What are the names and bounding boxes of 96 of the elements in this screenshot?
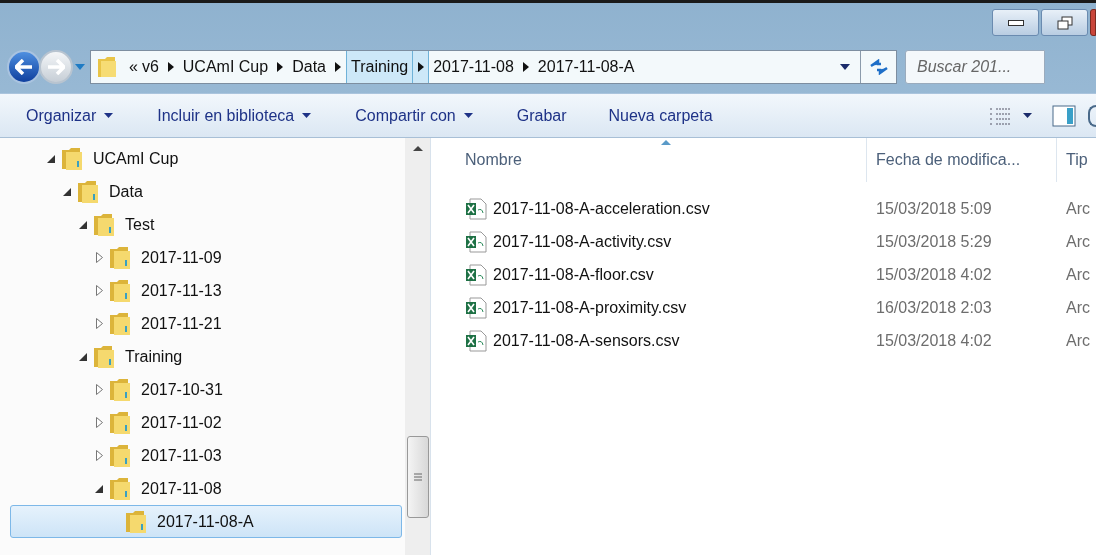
toolbar-button[interactable]: Grabar [516,103,567,128]
folder-icon [109,311,131,336]
file-name[interactable]: 2017-11-08-A-floor.csv [493,262,866,287]
breadcrumb[interactable]: Data [288,51,330,83]
toolbar-button[interactable]: Compartir con [355,103,473,128]
search-field[interactable]: Buscar 201... [905,50,1045,84]
file-name[interactable]: 2017-11-08-A-acceleration.csv [493,196,866,221]
help-icon[interactable] [1088,104,1096,127]
tree-item[interactable]: Training [10,340,402,373]
file-name[interactable]: 2017-11-08-A-activity.csv [493,229,866,254]
file-date: 15/03/2018 5:09 [875,198,993,219]
folder-icon [109,476,131,501]
folder-icon [109,278,131,303]
minimize-button[interactable] [992,9,1039,36]
folder-icon [109,443,131,468]
expand-triangle-icon[interactable] [96,318,103,329]
tree-item[interactable]: 2017-10-31 [10,373,402,406]
minimize-icon [1007,19,1024,26]
collapse-triangle-icon[interactable] [95,484,103,493]
scroll-up-icon [412,146,423,151]
tree-item[interactable]: 2017-11-09 [10,241,402,274]
overflow-chevron[interactable]: « [129,55,138,79]
file-type: Arc [1065,330,1090,351]
expand-triangle-icon[interactable] [96,417,103,428]
expand-triangle-icon[interactable] [96,285,103,296]
file-type: Arc [1065,231,1090,252]
spreadsheet-file-icon [465,296,487,319]
expand-triangle-icon[interactable] [96,252,103,263]
tree-item[interactable]: Test [10,208,402,241]
forward-arrow-icon [47,59,65,75]
tree-item[interactable]: 2017-11-21 [10,307,402,340]
expand-triangle-icon[interactable] [96,384,103,395]
spreadsheet-file-icon [465,329,487,352]
caret-icon [840,64,850,70]
breadcrumb-arrow-icon[interactable] [277,62,284,72]
tree-item[interactable]: 2017-11-03 [10,439,402,472]
back-arrow-icon [15,59,33,75]
tree-item[interactable]: Data [10,175,402,208]
tree-item[interactable]: 2017-11-08 [10,472,402,505]
column-header[interactable]: Nombre [456,138,866,182]
folder-icon [97,56,117,78]
restore-icon [1056,15,1073,30]
file-name[interactable]: 2017-11-08-A-sensors.csv [493,328,866,353]
toolbar-button[interactable]: Organizar [26,103,114,128]
tree-item[interactable]: 2017-11-13 [10,274,402,307]
breadcrumb[interactable]: Training [345,51,414,83]
file-date: 15/03/2018 4:02 [875,330,993,351]
breadcrumb[interactable]: v6 [137,51,163,83]
spreadsheet-file-icon [465,263,487,286]
scrollbar-thumb[interactable] [406,436,429,518]
tree-item[interactable]: 2017-11-08-A [10,505,402,538]
restore-button[interactable] [1041,9,1088,36]
folder-icon [109,410,131,435]
folder-icon [61,146,83,171]
collapse-triangle-icon[interactable] [63,187,71,196]
folder-icon [77,179,99,204]
breadcrumb-arrow-icon[interactable] [522,62,529,72]
breadcrumb[interactable]: 2017-11-08-A [533,51,639,83]
view-options-button[interactable] [989,106,1032,125]
refresh-icon [868,59,889,75]
spreadsheet-file-icon [465,230,487,253]
expand-triangle-icon[interactable] [96,450,103,461]
file-name[interactable]: 2017-11-08-A-proximity.csv [493,295,866,320]
file-date: 15/03/2018 5:29 [875,231,993,252]
folder-icon [93,212,115,237]
file-type: Arc [1065,297,1090,318]
collapse-triangle-icon[interactable] [79,352,87,361]
file-type: Arc [1065,264,1090,285]
preview-pane-button[interactable] [1052,104,1076,127]
toolbar-button[interactable]: Nueva carpeta [608,103,713,128]
caret-icon [1023,113,1032,118]
collapse-triangle-icon[interactable] [47,154,55,163]
back-button[interactable] [7,50,41,84]
caret-icon [75,64,85,70]
toolbar-button[interactable]: Incluir en biblioteca [157,103,312,128]
column-header[interactable]: Tip [1056,138,1096,182]
folder-icon [109,245,131,270]
tree-item[interactable]: UCAmI Cup [10,142,402,175]
breadcrumb[interactable]: UCAmI Cup [178,51,273,83]
folder-icon [93,344,115,369]
file-date: 15/03/2018 4:02 [875,264,993,285]
folder-icon [109,377,131,402]
folder-icon [125,509,147,534]
breadcrumb-arrow-icon[interactable] [417,62,424,72]
file-type: Arc [1065,198,1090,219]
breadcrumb-arrow-icon[interactable] [334,62,341,72]
file-date: 16/03/2018 2:03 [875,297,993,318]
breadcrumb[interactable]: 2017-11-08 [429,51,518,83]
sort-arrow-icon [661,140,671,145]
collapse-triangle-icon[interactable] [79,220,87,229]
column-header[interactable]: Fecha de modifica... [866,138,1056,182]
breadcrumb-arrow-icon[interactable] [167,62,174,72]
spreadsheet-file-icon [465,197,487,220]
scrollbar[interactable] [405,138,431,555]
tree-item[interactable]: 2017-11-02 [10,406,402,439]
address-bar[interactable]: « v6 UCAmI Cup Data Training 2017-11-08 2017-11-08-A [90,50,897,84]
